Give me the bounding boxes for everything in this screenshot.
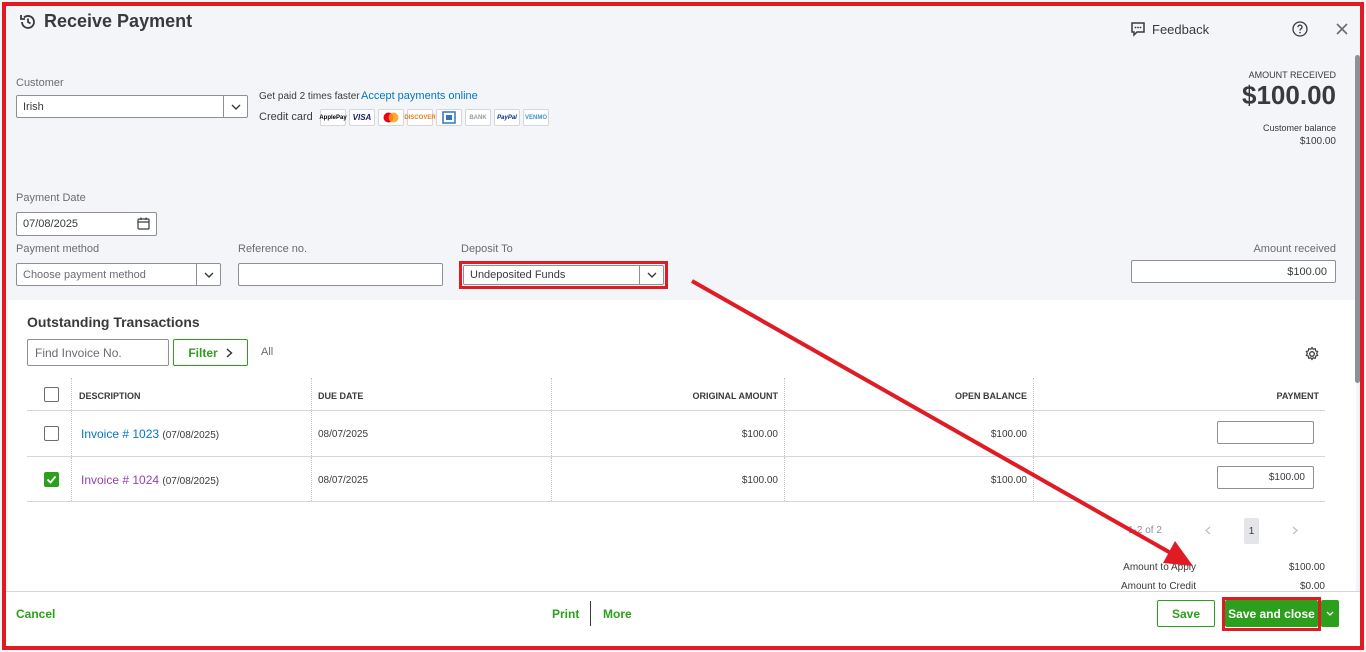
invoice-number: Invoice # 1023 [81, 427, 160, 441]
header-area [0, 0, 1366, 300]
payment-input[interactable] [1217, 421, 1314, 444]
chevron-right-icon[interactable] [1292, 526, 1298, 535]
feedback-button[interactable]: Feedback [1130, 21, 1209, 37]
find-invoice-input[interactable]: Find Invoice No. [27, 339, 169, 366]
paypal-logo: PayPal [494, 109, 520, 126]
chevron-down-icon [1326, 611, 1334, 616]
table-row: Invoice # 1024 (07/08/2025) 08/07/2025 $… [27, 457, 1325, 502]
credit-card-label: Credit card [259, 111, 313, 123]
col-payment: PAYMENT [1276, 391, 1319, 401]
original-amount-cell: $100.00 [741, 429, 778, 440]
gear-icon[interactable] [1304, 346, 1320, 362]
close-icon[interactable] [1335, 22, 1349, 36]
amount-to-apply-value: $100.00 [1288, 562, 1325, 573]
payment-date-label: Payment Date [16, 192, 86, 204]
pager-range: 1-2 of 2 [1128, 525, 1162, 536]
invoice-link[interactable]: Invoice # 1023 (07/08/2025) [81, 427, 219, 441]
history-icon[interactable] [18, 12, 38, 32]
customer-select[interactable]: Irish [16, 95, 248, 118]
payment-date-value: 07/08/2025 [23, 218, 79, 230]
col-due-date: DUE DATE [318, 391, 364, 401]
table-row: Invoice # 1023 (07/08/2025) 08/07/2025 $… [27, 411, 1325, 457]
amount-received-value: $100.00 [1287, 265, 1327, 278]
amount-received-header-label: AMOUNT RECEIVED [1248, 70, 1336, 80]
payment-method-select[interactable]: Choose payment method [16, 263, 221, 286]
accept-payments-link[interactable]: Accept payments online [361, 90, 478, 102]
row-checkbox[interactable] [44, 426, 59, 441]
bank-logo: BANK [465, 109, 491, 126]
feedback-icon [1131, 22, 1145, 37]
payment-date-field[interactable]: 07/08/2025 [16, 212, 157, 236]
chevron-left-icon[interactable] [1205, 526, 1211, 535]
original-amount-cell: $100.00 [741, 475, 778, 486]
feedback-label: Feedback [1152, 21, 1210, 37]
open-balance-cell: $100.00 [990, 429, 1027, 440]
save-button[interactable]: Save [1157, 600, 1215, 627]
col-open-balance: OPEN BALANCE [954, 391, 1027, 401]
filter-all-label: All [261, 346, 274, 358]
find-invoice-placeholder: Find Invoice No. [35, 345, 122, 360]
payment-method-placeholder: Choose payment method [23, 268, 146, 281]
filter-label: Filter [188, 345, 218, 360]
chevron-right-icon [226, 347, 233, 358]
calendar-icon[interactable] [137, 217, 150, 230]
scrollbar[interactable] [1355, 55, 1360, 383]
customer-label: Customer [16, 77, 64, 89]
visa-logo: VISA [349, 109, 375, 126]
cancel-button[interactable]: Cancel [16, 607, 55, 621]
amount-received-input[interactable]: $100.00 [1131, 260, 1336, 283]
amount-received-label: Amount received [1253, 243, 1336, 255]
due-date-cell: 08/07/2025 [318, 429, 369, 440]
customer-balance-label: Customer balance [1262, 123, 1336, 133]
footer-divider [590, 601, 591, 626]
save-options-dropdown[interactable] [1321, 600, 1339, 627]
discover-logo: DISCOVER [404, 109, 436, 126]
table-header-row: DESCRIPTION DUE DATE ORIGINAL AMOUNT OPE… [27, 378, 1325, 411]
invoice-date: (07/08/2025) [162, 430, 220, 441]
page-title: Receive Payment [44, 11, 193, 31]
customer-balance-value: $100.00 [1299, 136, 1336, 147]
check-icon [46, 475, 57, 484]
invoice-link[interactable]: Invoice # 1024 (07/08/2025) [81, 473, 219, 487]
payment-method-label: Payment method [16, 243, 100, 255]
save-and-close-highlight [1222, 597, 1321, 631]
open-balance-cell: $100.00 [990, 475, 1027, 486]
outstanding-title: Outstanding Transactions [27, 314, 200, 330]
filter-button[interactable]: Filter [173, 339, 248, 366]
reference-label: Reference no. [238, 243, 308, 255]
amount-received-total: $100.00 [1242, 80, 1336, 110]
row-checkbox[interactable] [44, 472, 59, 487]
amex-logo [436, 109, 462, 126]
deposit-to-label: Deposit To [461, 243, 513, 255]
chevron-down-icon[interactable] [223, 96, 247, 117]
print-button[interactable]: Print [552, 607, 579, 621]
apple-pay-logo: ApplePay [319, 109, 347, 126]
col-description: DESCRIPTION [79, 391, 141, 401]
customer-value: Irish [23, 100, 44, 113]
reference-input[interactable] [238, 263, 443, 286]
col-original-amount: ORIGINAL AMOUNT [692, 391, 779, 401]
payment-logos: ApplePay VISA DISCOVER BANK PayPal VENMO [319, 109, 549, 126]
due-date-cell: 08/07/2025 [318, 475, 369, 486]
deposit-to-highlight [459, 261, 668, 289]
page-number[interactable]: 1 [1244, 518, 1259, 544]
title-bar: Receive Payment [18, 11, 192, 32]
mastercard-logo [378, 109, 404, 126]
get-paid-text: Get paid 2 times faster [259, 91, 360, 102]
chevron-down-icon[interactable] [196, 264, 220, 285]
select-all-checkbox[interactable] [44, 387, 59, 402]
amount-to-apply-label: Amount to Apply [1123, 562, 1196, 573]
help-icon[interactable] [1292, 21, 1308, 37]
invoice-number: Invoice # 1024 [81, 473, 160, 487]
more-button[interactable]: More [603, 607, 632, 621]
payment-input[interactable]: $100.00 [1217, 466, 1314, 489]
invoice-date: (07/08/2025) [162, 476, 220, 487]
venmo-logo: VENMO [523, 109, 549, 126]
